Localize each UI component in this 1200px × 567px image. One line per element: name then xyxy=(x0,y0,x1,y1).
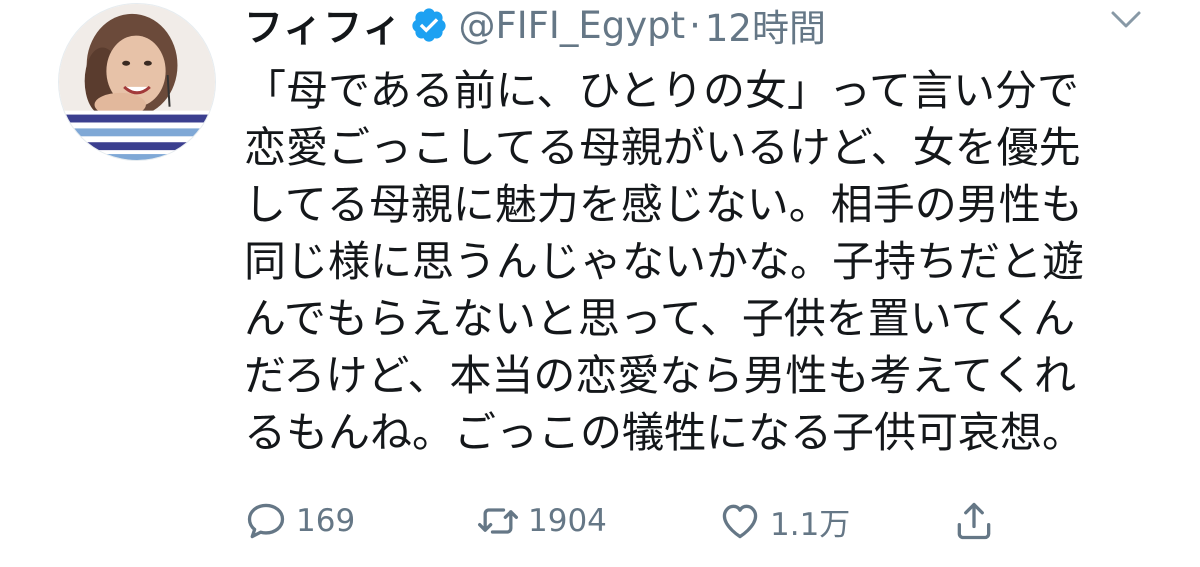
like-button[interactable]: 1.1万 xyxy=(718,496,850,546)
reply-button[interactable]: 169 xyxy=(244,496,355,546)
avatar[interactable] xyxy=(58,3,216,161)
retweet-icon xyxy=(478,508,518,534)
tweet-text-line: んでもらえないと思って、子供を置いてくん xyxy=(244,294,1076,343)
tweet-header: フィフィ @FIFI_Egypt · 12時間 xyxy=(244,0,826,53)
tweet: フィフィ @FIFI_Egypt · 12時間 「母である前に、ひとりの女」って… xyxy=(0,0,1200,567)
chevron-down-icon[interactable] xyxy=(1110,8,1142,32)
separator-dot: · xyxy=(689,3,701,47)
user-handle[interactable]: @FIFI_Egypt xyxy=(458,4,685,47)
reply-count: 169 xyxy=(296,503,356,539)
tweet-text-line: だろけど、本当の恋愛なら男性も考えてくれ xyxy=(244,351,1077,400)
share-icon xyxy=(957,502,991,540)
verified-badge-icon xyxy=(410,6,448,44)
tweet-text-line: 「母である前に、ひとりの女」って言い分で xyxy=(244,66,1079,115)
tweet-time[interactable]: 12時間 xyxy=(705,0,826,52)
tweet-text-line: るもんね。ごっこの犠牲になる子供可哀想。 xyxy=(244,408,1085,457)
tweet-text-line: 恋愛ごっこしてる母親がいるけど、女を優先 xyxy=(244,123,1081,172)
retweet-count: 1904 xyxy=(528,503,607,539)
avatar-image xyxy=(59,4,215,160)
heart-icon xyxy=(722,504,758,539)
share-button[interactable] xyxy=(952,496,996,546)
display-name[interactable]: フィフィ xyxy=(244,0,402,53)
tweet-text: 「母である前に、ひとりの女」って言い分で 恋愛ごっこしてる母親がいるけど、女を優… xyxy=(244,62,1124,461)
tweet-text-line: してる母親に魅力を感じない。相手の男性も xyxy=(244,180,1083,229)
tweet-text-line: 同じ様に思うんじゃないかな。子持ちだと遊 xyxy=(244,237,1085,286)
tweet-actions: 169 1904 1.1万 xyxy=(244,496,1024,546)
like-count: 1.1万 xyxy=(770,506,851,543)
reply-icon xyxy=(247,503,285,539)
retweet-button[interactable]: 1904 xyxy=(476,496,607,546)
